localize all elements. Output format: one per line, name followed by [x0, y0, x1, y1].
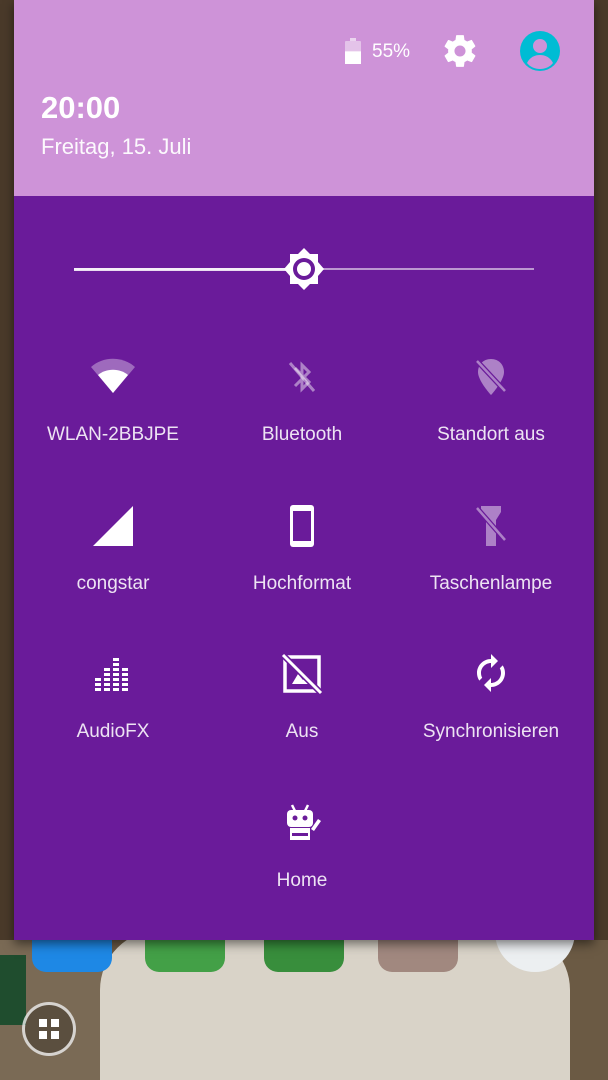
wifi-icon — [91, 358, 135, 393]
tile-label: Home — [276, 870, 328, 891]
app-drawer-button[interactable] — [22, 1002, 76, 1056]
tile-label: AudioFX — [76, 721, 150, 742]
tile-label: Standort aus — [437, 424, 545, 445]
brightness-slider-fill — [74, 268, 304, 271]
cell-signal-icon — [93, 506, 133, 546]
brightness-thumb-icon[interactable] — [281, 246, 327, 292]
ambient-display-off-icon — [280, 652, 324, 696]
quick-settings-header: 55% 20:00 Freitag, 15. Juli — [14, 0, 594, 196]
location-off-icon — [475, 359, 507, 395]
cyanogen-mascot-icon — [287, 804, 321, 840]
tile-home[interactable]: Home — [207, 799, 397, 919]
tile-ambient-display[interactable]: Aus — [207, 650, 397, 770]
grid-icon — [39, 1019, 59, 1039]
tile-wifi[interactable]: WLAN-2BBJPE — [18, 353, 208, 473]
tile-label: Hochformat — [252, 573, 352, 594]
tile-flashlight[interactable]: Taschenlampe — [396, 502, 586, 622]
tile-label: congstar — [76, 573, 150, 594]
tile-mobile-network[interactable]: congstar — [18, 502, 208, 622]
sync-icon — [477, 654, 505, 692]
battery-icon — [345, 38, 361, 64]
tile-label: Aus — [285, 721, 319, 742]
tile-label: Taschenlampe — [429, 573, 553, 594]
clock-time: 20:00 — [41, 90, 121, 125]
quick-settings-body: WLAN-2BBJPE Bluetooth Standort aus congs… — [14, 196, 594, 940]
settings-gear-icon[interactable] — [441, 32, 479, 70]
tile-sync[interactable]: Synchronisieren — [396, 650, 586, 770]
tile-rotation[interactable]: Hochformat — [207, 502, 397, 622]
bluetooth-off-icon — [288, 361, 316, 393]
tile-audiofx[interactable]: AudioFX — [18, 650, 208, 770]
tile-location[interactable]: Standort aus — [396, 353, 586, 473]
date-label: Freitag, 15. Juli — [41, 134, 192, 159]
flashlight-off-icon — [475, 506, 507, 546]
equalizer-icon — [95, 658, 128, 691]
tile-label: Synchronisieren — [422, 721, 560, 742]
tile-bluetooth[interactable]: Bluetooth — [207, 353, 397, 473]
tile-label: WLAN-2BBJPE — [47, 424, 179, 445]
tile-label: Bluetooth — [261, 424, 343, 445]
user-avatar-icon[interactable] — [519, 30, 561, 72]
portrait-phone-icon — [290, 505, 314, 547]
battery-percentage: 55% — [372, 41, 411, 62]
quick-settings-panel: 55% 20:00 Freitag, 15. Juli WLAN-2BBJPE — [14, 0, 594, 940]
